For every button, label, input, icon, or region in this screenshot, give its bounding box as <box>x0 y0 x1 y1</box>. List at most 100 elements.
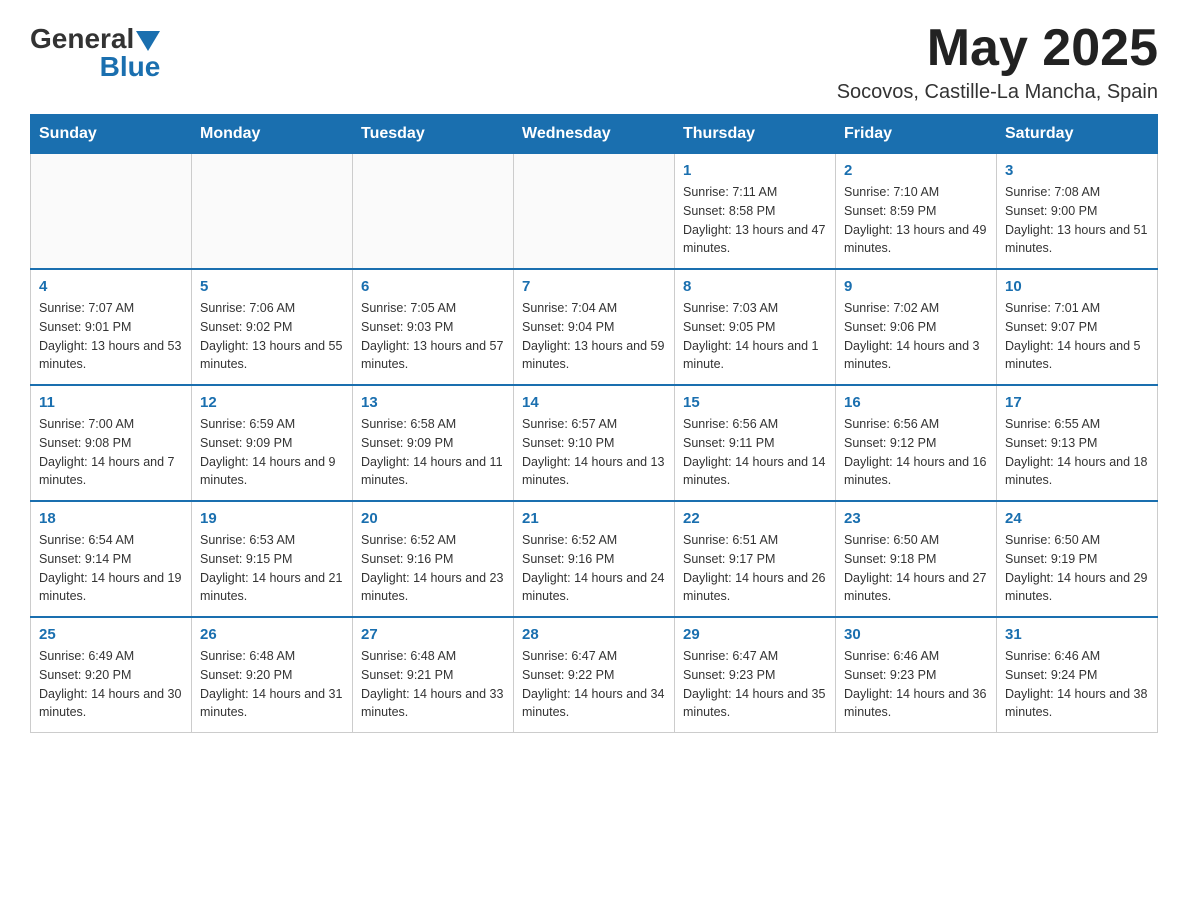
day-info: Sunrise: 7:07 AM Sunset: 9:01 PM Dayligh… <box>39 299 183 374</box>
day-info: Sunrise: 6:51 AM Sunset: 9:17 PM Dayligh… <box>683 531 827 606</box>
day-number: 21 <box>522 510 666 527</box>
page-header: General Blue May 2025 Socovos, Castille-… <box>30 20 1158 104</box>
logo-blue-text: Blue <box>100 53 161 81</box>
day-info: Sunrise: 6:56 AM Sunset: 9:12 PM Dayligh… <box>844 415 988 490</box>
day-number: 4 <box>39 278 183 295</box>
day-info: Sunrise: 6:46 AM Sunset: 9:23 PM Dayligh… <box>844 647 988 722</box>
day-number: 19 <box>200 510 344 527</box>
calendar-week-row: 4 Sunrise: 7:07 AM Sunset: 9:01 PM Daylig… <box>31 269 1158 385</box>
calendar-day-header: Wednesday <box>514 115 675 154</box>
day-info: Sunrise: 6:53 AM Sunset: 9:15 PM Dayligh… <box>200 531 344 606</box>
calendar-cell: 31 Sunrise: 6:46 AM Sunset: 9:24 PM Dayli… <box>997 617 1158 733</box>
calendar-week-row: 1Sunrise: 7:11 AM Sunset: 8:58 PM Daylig… <box>31 154 1158 270</box>
day-info: Sunrise: 6:55 AM Sunset: 9:13 PM Dayligh… <box>1005 415 1149 490</box>
day-number: 28 <box>522 626 666 643</box>
calendar-cell: 7 Sunrise: 7:04 AM Sunset: 9:04 PM Daylig… <box>514 269 675 385</box>
calendar-day-header: Monday <box>192 115 353 154</box>
calendar-cell: 9 Sunrise: 7:02 AM Sunset: 9:06 PM Daylig… <box>836 269 997 385</box>
calendar-cell: 12 Sunrise: 6:59 AM Sunset: 9:09 PM Dayli… <box>192 385 353 501</box>
day-number: 5 <box>200 278 344 295</box>
day-info: Sunrise: 7:02 AM Sunset: 9:06 PM Dayligh… <box>844 299 988 374</box>
day-number: 6 <box>361 278 505 295</box>
calendar-cell: 2Sunrise: 7:10 AM Sunset: 8:59 PM Daylig… <box>836 154 997 270</box>
logo: General Blue <box>30 20 160 81</box>
calendar-day-header: Thursday <box>675 115 836 154</box>
day-number: 25 <box>39 626 183 643</box>
calendar-cell: 27 Sunrise: 6:48 AM Sunset: 9:21 PM Dayli… <box>353 617 514 733</box>
calendar-cell: 20 Sunrise: 6:52 AM Sunset: 9:16 PM Dayli… <box>353 501 514 617</box>
calendar-cell: 29Sunrise: 6:47 AM Sunset: 9:23 PM Dayli… <box>675 617 836 733</box>
calendar-header-row: SundayMondayTuesdayWednesdayThursdayFrid… <box>31 115 1158 154</box>
day-info: Sunrise: 6:48 AM Sunset: 9:20 PM Dayligh… <box>200 647 344 722</box>
day-number: 31 <box>1005 626 1149 643</box>
day-number: 7 <box>522 278 666 295</box>
calendar-cell: 28Sunrise: 6:47 AM Sunset: 9:22 PM Dayli… <box>514 617 675 733</box>
day-info: Sunrise: 6:52 AM Sunset: 9:16 PM Dayligh… <box>361 531 505 606</box>
calendar-cell: 13 Sunrise: 6:58 AM Sunset: 9:09 PM Dayli… <box>353 385 514 501</box>
calendar-cell: 10 Sunrise: 7:01 AM Sunset: 9:07 PM Dayli… <box>997 269 1158 385</box>
calendar-cell: 24Sunrise: 6:50 AM Sunset: 9:19 PM Dayli… <box>997 501 1158 617</box>
day-number: 17 <box>1005 394 1149 411</box>
logo-triangle-icon <box>136 31 160 51</box>
calendar-cell: 19 Sunrise: 6:53 AM Sunset: 9:15 PM Dayli… <box>192 501 353 617</box>
day-number: 10 <box>1005 278 1149 295</box>
day-info: Sunrise: 6:59 AM Sunset: 9:09 PM Dayligh… <box>200 415 344 490</box>
calendar-day-header: Saturday <box>997 115 1158 154</box>
day-info: Sunrise: 6:58 AM Sunset: 9:09 PM Dayligh… <box>361 415 505 490</box>
calendar-week-row: 18Sunrise: 6:54 AM Sunset: 9:14 PM Dayli… <box>31 501 1158 617</box>
month-year-title: May 2025 <box>837 20 1158 77</box>
calendar-cell: 4 Sunrise: 7:07 AM Sunset: 9:01 PM Daylig… <box>31 269 192 385</box>
calendar-cell: 25Sunrise: 6:49 AM Sunset: 9:20 PM Dayli… <box>31 617 192 733</box>
calendar-cell <box>192 154 353 270</box>
day-number: 8 <box>683 278 827 295</box>
day-number: 16 <box>844 394 988 411</box>
calendar-cell <box>31 154 192 270</box>
calendar-cell: 1Sunrise: 7:11 AM Sunset: 8:58 PM Daylig… <box>675 154 836 270</box>
day-info: Sunrise: 6:56 AM Sunset: 9:11 PM Dayligh… <box>683 415 827 490</box>
day-number: 12 <box>200 394 344 411</box>
title-section: May 2025 Socovos, Castille-La Mancha, Sp… <box>837 20 1158 104</box>
day-number: 20 <box>361 510 505 527</box>
calendar-table: SundayMondayTuesdayWednesdayThursdayFrid… <box>30 114 1158 733</box>
day-number: 14 <box>522 394 666 411</box>
day-info: Sunrise: 7:06 AM Sunset: 9:02 PM Dayligh… <box>200 299 344 374</box>
calendar-cell: 21 Sunrise: 6:52 AM Sunset: 9:16 PM Dayli… <box>514 501 675 617</box>
calendar-day-header: Friday <box>836 115 997 154</box>
day-number: 23 <box>844 510 988 527</box>
day-info: Sunrise: 7:00 AM Sunset: 9:08 PM Dayligh… <box>39 415 183 490</box>
calendar-cell: 22Sunrise: 6:51 AM Sunset: 9:17 PM Dayli… <box>675 501 836 617</box>
calendar-cell <box>514 154 675 270</box>
day-number: 1 <box>683 162 827 179</box>
calendar-cell: 3 Sunrise: 7:08 AM Sunset: 9:00 PM Daylig… <box>997 154 1158 270</box>
calendar-cell: 5 Sunrise: 7:06 AM Sunset: 9:02 PM Daylig… <box>192 269 353 385</box>
day-number: 27 <box>361 626 505 643</box>
day-number: 13 <box>361 394 505 411</box>
calendar-cell: 6Sunrise: 7:05 AM Sunset: 9:03 PM Daylig… <box>353 269 514 385</box>
day-number: 11 <box>39 394 183 411</box>
day-info: Sunrise: 7:10 AM Sunset: 8:59 PM Dayligh… <box>844 183 988 258</box>
calendar-cell: 17 Sunrise: 6:55 AM Sunset: 9:13 PM Dayli… <box>997 385 1158 501</box>
day-info: Sunrise: 6:48 AM Sunset: 9:21 PM Dayligh… <box>361 647 505 722</box>
calendar-week-row: 11 Sunrise: 7:00 AM Sunset: 9:08 PM Dayli… <box>31 385 1158 501</box>
calendar-cell: 15 Sunrise: 6:56 AM Sunset: 9:11 PM Dayli… <box>675 385 836 501</box>
location-subtitle: Socovos, Castille-La Mancha, Spain <box>837 81 1158 104</box>
day-info: Sunrise: 6:54 AM Sunset: 9:14 PM Dayligh… <box>39 531 183 606</box>
day-number: 15 <box>683 394 827 411</box>
day-info: Sunrise: 7:01 AM Sunset: 9:07 PM Dayligh… <box>1005 299 1149 374</box>
day-info: Sunrise: 6:46 AM Sunset: 9:24 PM Dayligh… <box>1005 647 1149 722</box>
day-info: Sunrise: 7:04 AM Sunset: 9:04 PM Dayligh… <box>522 299 666 374</box>
calendar-day-header: Tuesday <box>353 115 514 154</box>
logo-general-text: General <box>30 25 134 53</box>
calendar-cell: 14 Sunrise: 6:57 AM Sunset: 9:10 PM Dayli… <box>514 385 675 501</box>
calendar-cell: 16 Sunrise: 6:56 AM Sunset: 9:12 PM Dayli… <box>836 385 997 501</box>
calendar-cell: 18Sunrise: 6:54 AM Sunset: 9:14 PM Dayli… <box>31 501 192 617</box>
day-number: 9 <box>844 278 988 295</box>
calendar-week-row: 25Sunrise: 6:49 AM Sunset: 9:20 PM Dayli… <box>31 617 1158 733</box>
day-info: Sunrise: 6:50 AM Sunset: 9:19 PM Dayligh… <box>1005 531 1149 606</box>
day-number: 3 <box>1005 162 1149 179</box>
day-number: 30 <box>844 626 988 643</box>
day-info: Sunrise: 6:47 AM Sunset: 9:23 PM Dayligh… <box>683 647 827 722</box>
day-info: Sunrise: 7:08 AM Sunset: 9:00 PM Dayligh… <box>1005 183 1149 258</box>
day-info: Sunrise: 6:57 AM Sunset: 9:10 PM Dayligh… <box>522 415 666 490</box>
day-info: Sunrise: 6:52 AM Sunset: 9:16 PM Dayligh… <box>522 531 666 606</box>
